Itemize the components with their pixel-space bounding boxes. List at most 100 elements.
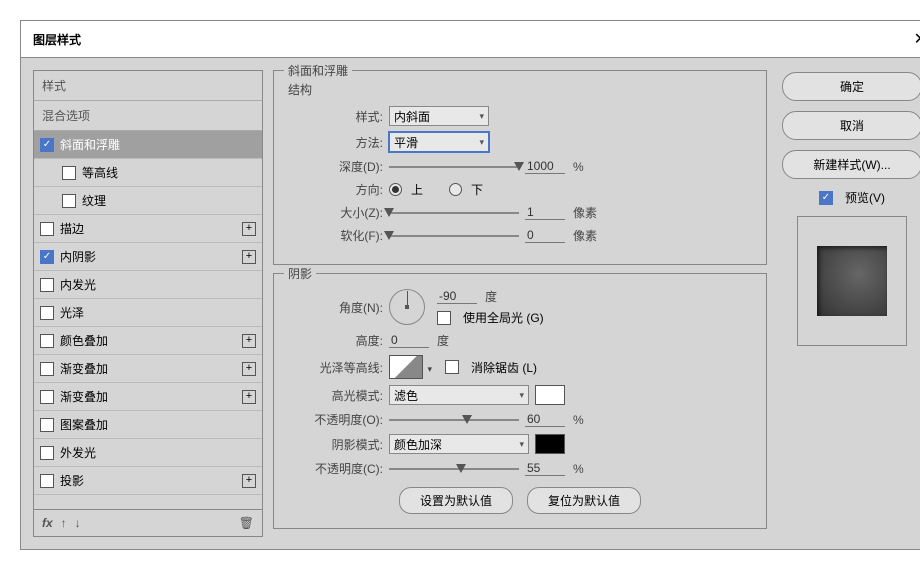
style-checkbox[interactable] xyxy=(40,138,54,152)
arrow-down-icon[interactable]: ↓ xyxy=(75,516,81,530)
style-row-6[interactable]: 光泽 xyxy=(34,299,262,327)
style-row-8[interactable]: 渐变叠加 + xyxy=(34,355,262,383)
arrow-up-icon[interactable]: ↑ xyxy=(61,516,67,530)
style-checkbox[interactable] xyxy=(62,166,76,180)
style-row-2[interactable]: 纹理 xyxy=(34,187,262,215)
antialias-label: 消除锯齿 (L) xyxy=(471,359,537,376)
chevron-down-icon: ▾ xyxy=(519,390,524,401)
gloss-contour-picker[interactable]: ▾ xyxy=(389,355,423,379)
style-checkbox[interactable] xyxy=(40,306,54,320)
style-row-9[interactable]: 渐变叠加+ xyxy=(34,383,262,411)
close-icon[interactable]: ✕ xyxy=(914,29,920,49)
highlight-color-swatch[interactable] xyxy=(535,385,565,405)
style-row-label: 渐变叠加 xyxy=(60,360,108,377)
preview-label: 预览(V) xyxy=(845,189,885,206)
highlight-opacity-slider[interactable] xyxy=(389,414,519,426)
size-value[interactable]: 1 xyxy=(525,205,565,220)
highlight-opacity-label: 不透明度(O): xyxy=(288,411,383,428)
ok-button[interactable]: 确定 xyxy=(782,72,920,101)
sidebar-header-blend[interactable]: 混合选项 xyxy=(34,101,262,131)
depth-slider[interactable] xyxy=(389,161,519,173)
style-checkbox[interactable] xyxy=(40,474,54,488)
shadow-opacity-value[interactable]: 55 xyxy=(525,461,565,476)
style-row-3[interactable]: 描边 + xyxy=(34,215,262,243)
add-effect-icon[interactable]: + xyxy=(242,474,256,488)
fx-icon[interactable]: fx xyxy=(42,516,53,530)
add-effect-icon[interactable]: + xyxy=(242,390,256,404)
style-checkbox[interactable] xyxy=(40,250,54,264)
styles-sidebar: 样式 混合选项 斜面和浮雕等高线纹理描边+内阴影+内发光光泽颜色叠加+渐变叠加+… xyxy=(33,70,263,537)
shadow-color-swatch[interactable] xyxy=(535,434,565,454)
method-select[interactable]: 平滑▾ xyxy=(389,132,489,152)
cancel-button[interactable]: 取消 xyxy=(782,111,920,140)
add-effect-icon[interactable]: + xyxy=(242,250,256,264)
style-select[interactable]: 内斜面▾ xyxy=(389,106,489,126)
layer-style-dialog: 图层样式 ✕ 样式 混合选项 斜面和浮雕等高线纹理描边+内阴影+内发光光泽颜色叠… xyxy=(20,20,920,550)
style-row-10[interactable]: 图案叠加 xyxy=(34,411,262,439)
bevel-group: 斜面和浮雕 结构 样式: 内斜面▾ 方法: 平滑▾ 深度(D): 1000 % xyxy=(273,70,767,265)
direction-down-radio[interactable] xyxy=(449,183,462,196)
style-row-11[interactable]: 外发光 xyxy=(34,439,262,467)
style-checkbox[interactable] xyxy=(40,362,54,376)
style-row-7[interactable]: 颜色叠加 + xyxy=(34,327,262,355)
style-row-label: 内阴影 xyxy=(60,248,96,265)
style-checkbox[interactable] xyxy=(40,278,54,292)
style-row-label: 描边 xyxy=(60,220,84,237)
style-row-0[interactable]: 斜面和浮雕 xyxy=(34,131,262,159)
global-light-label: 使用全局光 (G) xyxy=(463,309,544,326)
style-row-label: 图案叠加 xyxy=(60,416,108,433)
highlight-opacity-value[interactable]: 60 xyxy=(525,412,565,427)
right-panel: 确定 取消 新建样式(W)... 预览(V) xyxy=(777,70,920,537)
angle-value[interactable]: -90 xyxy=(437,289,477,304)
style-checkbox[interactable] xyxy=(40,334,54,348)
make-default-button[interactable]: 设置为默认值 xyxy=(399,487,513,514)
shadow-mode-select[interactable]: 颜色加深▾ xyxy=(389,434,529,454)
altitude-value[interactable]: 0 xyxy=(389,333,429,348)
style-checkbox[interactable] xyxy=(62,194,76,208)
direction-label: 方向: xyxy=(288,181,383,198)
trash-icon[interactable]: 🗑 xyxy=(239,516,254,530)
depth-value[interactable]: 1000 xyxy=(525,159,565,174)
structure-title: 结构 xyxy=(288,81,752,98)
style-row-label: 内发光 xyxy=(60,276,96,293)
soften-value[interactable]: 0 xyxy=(525,228,565,243)
style-row-5[interactable]: 内发光 xyxy=(34,271,262,299)
add-effect-icon[interactable]: + xyxy=(242,222,256,236)
settings-panel: 斜面和浮雕 结构 样式: 内斜面▾ 方法: 平滑▾ 深度(D): 1000 % xyxy=(273,70,767,537)
soften-label: 软化(F): xyxy=(288,227,383,244)
style-row-1[interactable]: 等高线 xyxy=(34,159,262,187)
preview-box xyxy=(797,216,907,346)
preview-swatch xyxy=(817,246,887,316)
style-row-label: 外发光 xyxy=(60,444,96,461)
shadow-opacity-label: 不透明度(C): xyxy=(288,460,383,477)
title-bar: 图层样式 ✕ xyxy=(21,21,920,58)
soften-slider[interactable] xyxy=(389,230,519,242)
direction-up-radio[interactable] xyxy=(389,183,402,196)
style-row-12[interactable]: 投影+ xyxy=(34,467,262,495)
style-row-4[interactable]: 内阴影 + xyxy=(34,243,262,271)
shadow-opacity-slider[interactable] xyxy=(389,463,519,475)
antialias-checkbox[interactable] xyxy=(445,360,459,374)
add-effect-icon[interactable]: + xyxy=(242,362,256,376)
highlight-mode-select[interactable]: 滤色▾ xyxy=(389,385,529,405)
chevron-down-icon: ▾ xyxy=(479,111,484,122)
method-label: 方法: xyxy=(288,134,383,151)
reset-default-button[interactable]: 复位为默认值 xyxy=(527,487,641,514)
style-checkbox[interactable] xyxy=(40,446,54,460)
size-unit: 像素 xyxy=(573,204,597,221)
chevron-down-icon: ▾ xyxy=(519,439,524,450)
style-row-label: 纹理 xyxy=(82,192,106,209)
chevron-down-icon: ▾ xyxy=(479,137,484,148)
style-checkbox[interactable] xyxy=(40,222,54,236)
size-label: 大小(Z): xyxy=(288,204,383,221)
style-row-label: 颜色叠加 xyxy=(60,332,108,349)
add-effect-icon[interactable]: + xyxy=(242,334,256,348)
style-row-label: 等高线 xyxy=(82,164,118,181)
preview-checkbox[interactable] xyxy=(819,191,833,205)
size-slider[interactable] xyxy=(389,207,519,219)
global-light-checkbox[interactable] xyxy=(437,311,451,325)
angle-wheel[interactable] xyxy=(389,289,425,325)
new-style-button[interactable]: 新建样式(W)... xyxy=(782,150,920,179)
style-checkbox[interactable] xyxy=(40,390,54,404)
style-checkbox[interactable] xyxy=(40,418,54,432)
